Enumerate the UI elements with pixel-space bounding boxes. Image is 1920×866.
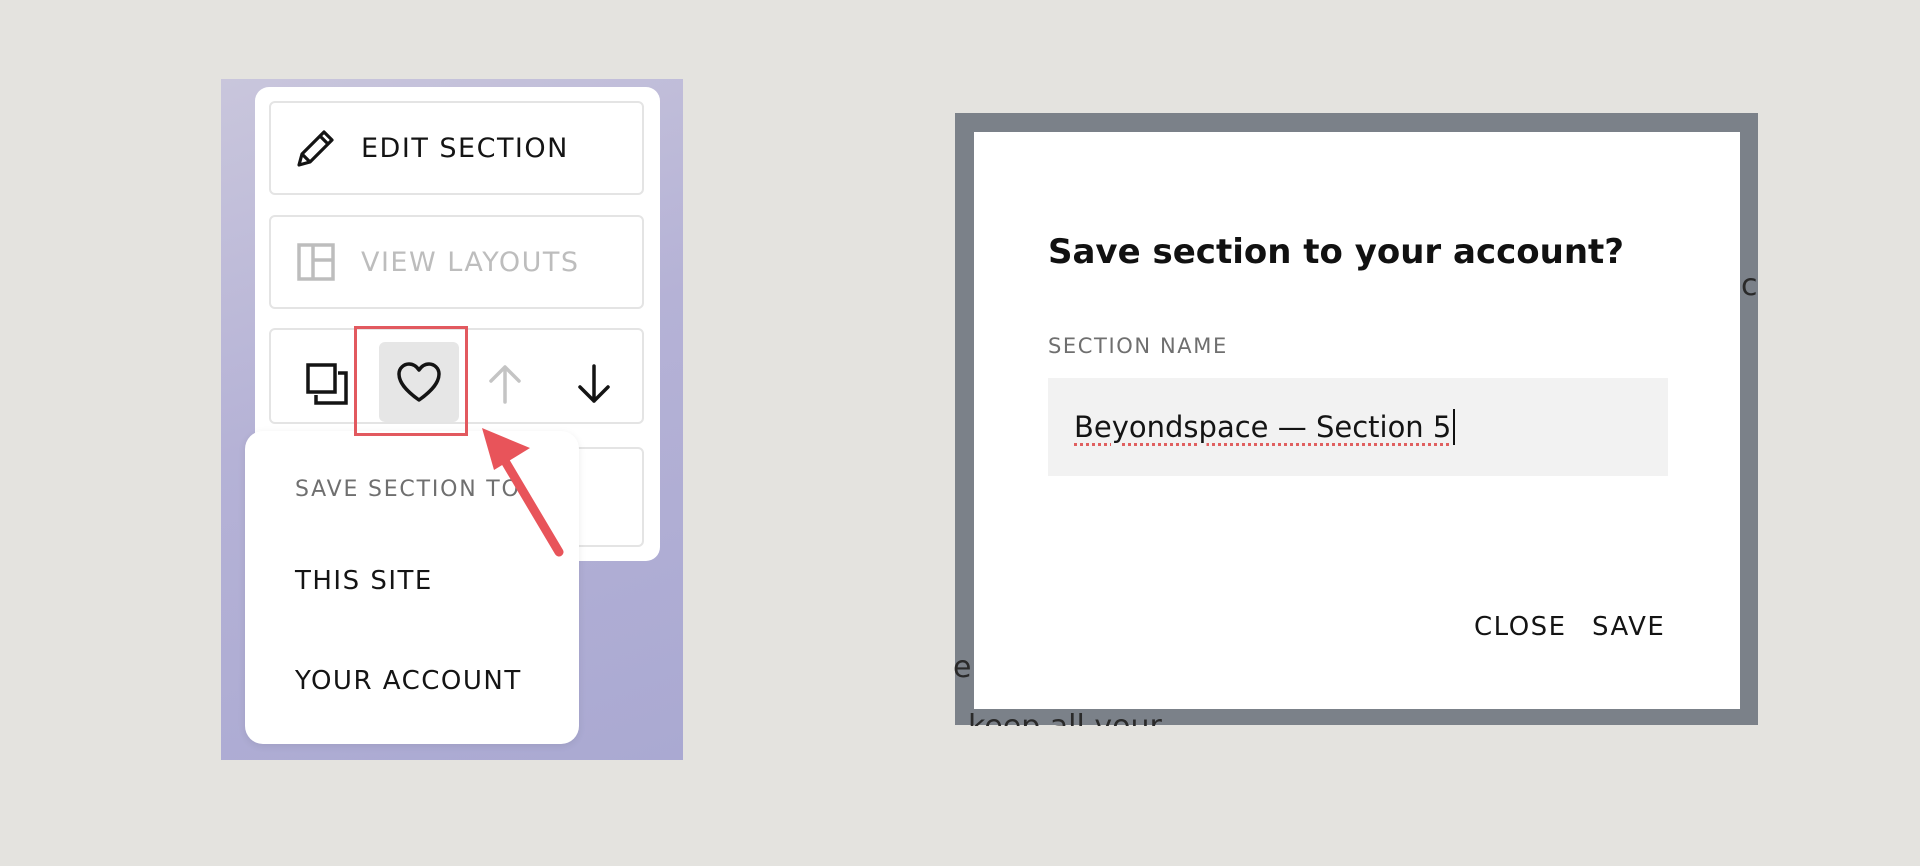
view-layouts-label: VIEW LAYOUTS bbox=[361, 246, 580, 278]
edit-section-label: EDIT SECTION bbox=[361, 132, 569, 164]
view-layouts-button[interactable]: VIEW LAYOUTS bbox=[269, 215, 644, 309]
arrow-down-icon[interactable] bbox=[556, 346, 632, 422]
arrow-up-icon[interactable] bbox=[467, 346, 543, 422]
pencil-icon bbox=[291, 123, 341, 173]
background-text-fragment: e bbox=[953, 650, 972, 685]
dialog-title: Save section to your account? bbox=[1048, 232, 1625, 272]
section-name-value: Beyondspace — Section 5 bbox=[1074, 410, 1452, 444]
background-text-fragment: keep all your bbox=[968, 712, 1162, 726]
text-caret bbox=[1453, 409, 1456, 445]
edit-section-button[interactable]: EDIT SECTION bbox=[269, 101, 644, 195]
section-name-input[interactable]: Beyondspace — Section 5 bbox=[1048, 378, 1668, 476]
pointer-arrow-icon bbox=[482, 428, 564, 557]
save-button[interactable]: SAVE bbox=[1592, 612, 1665, 642]
layout-icon bbox=[291, 237, 341, 287]
heart-highlight-box bbox=[354, 326, 468, 436]
save-section-dialog: Save section to your account? SECTION NA… bbox=[974, 132, 1740, 709]
close-button[interactable]: CLOSE bbox=[1474, 612, 1567, 642]
save-to-this-site-option[interactable]: THIS SITE bbox=[295, 566, 433, 596]
background-text-fragment: c bbox=[1741, 268, 1758, 303]
save-to-your-account-option[interactable]: YOUR ACCOUNT bbox=[295, 666, 522, 696]
section-name-label: SECTION NAME bbox=[1048, 334, 1228, 358]
